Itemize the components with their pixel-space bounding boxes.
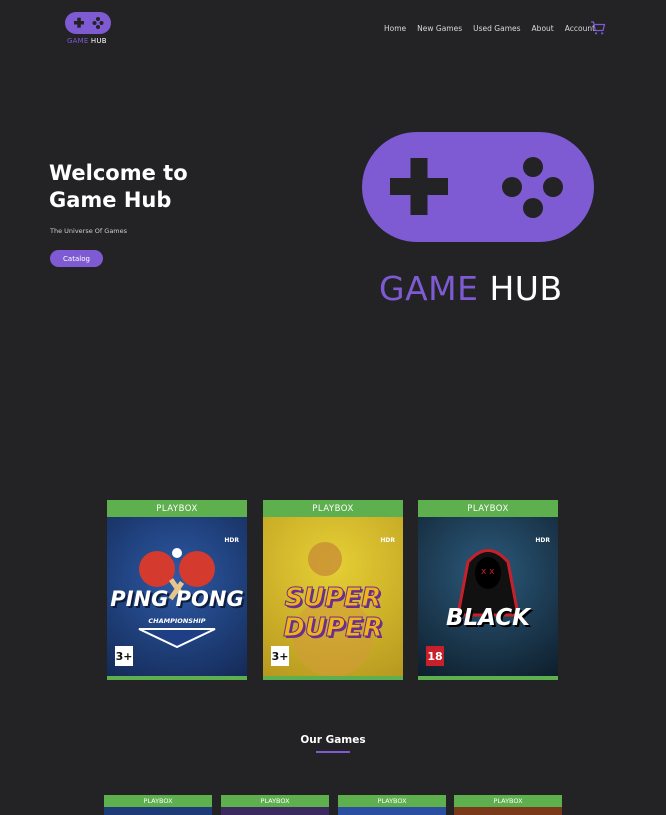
cover-art: HDR SUPER DUPER 3+ [263,517,403,676]
hero-logo-text: GAME HUB [379,269,563,308]
cover-title-line2: DUPER [283,613,384,644]
cover-brand-band: PLAYBOX [418,500,558,517]
nav-item-new-games[interactable]: New Games [417,24,462,33]
cover-art: HDR PING PONG CHAMPIONSHIP 3+ [107,517,247,676]
nav-item-home[interactable]: Home [384,24,406,33]
gamepad-icon [362,132,594,242]
cover-brand-band: PLAYBOX [107,500,247,517]
game-card[interactable]: PLAYBOX [104,795,212,815]
catalog-button[interactable]: Catalog [50,250,103,267]
cover-art: x x HDR BLACK 18 [418,517,558,676]
hero-title: Welcome to Game Hub [49,161,188,212]
cart-icon[interactable] [590,20,606,36]
game-card[interactable]: PLAYBOX [338,795,446,815]
game-cover-ping-pong[interactable]: PLAYBOX HDR PING PONG CHAMPIONSHIP 3+ [107,500,247,680]
cover-title: PING PONG [110,587,244,611]
brand-logo[interactable]: GAME HUB [64,12,112,48]
cover-title: BLACK [446,605,530,631]
section-underline [316,751,350,753]
nav-item-about[interactable]: About [532,24,554,33]
section-title: Our Games [300,734,366,746]
svg-text:x x: x x [481,567,495,577]
gamepad-icon [65,12,111,34]
cover-brand-band: PLAYBOX [263,500,403,517]
hero-subtitle: The Universe Of Games [50,227,128,235]
hero-logo: GAME HUB [362,132,594,312]
nav-item-used-games[interactable]: Used Games [473,24,520,33]
game-cover-super-duper[interactable]: PLAYBOX HDR SUPER DUPER 3+ [263,500,403,680]
game-cover-black[interactable]: PLAYBOX x x HDR BLACK 18 [418,500,558,680]
cover-subtitle: CHAMPIONSHIP [148,617,206,625]
age-rating-badge: 18 [426,646,444,666]
brand-logo-text: GAME HUB [67,37,107,45]
main-nav: Home New Games Used Games About Account [384,24,595,33]
age-rating-badge: 3+ [115,646,133,666]
cover-title: SUPER [284,583,382,614]
game-card[interactable]: PLAYBOX [221,795,329,815]
age-rating-badge: 3+ [271,646,289,666]
game-card[interactable]: PLAYBOX [454,795,562,815]
